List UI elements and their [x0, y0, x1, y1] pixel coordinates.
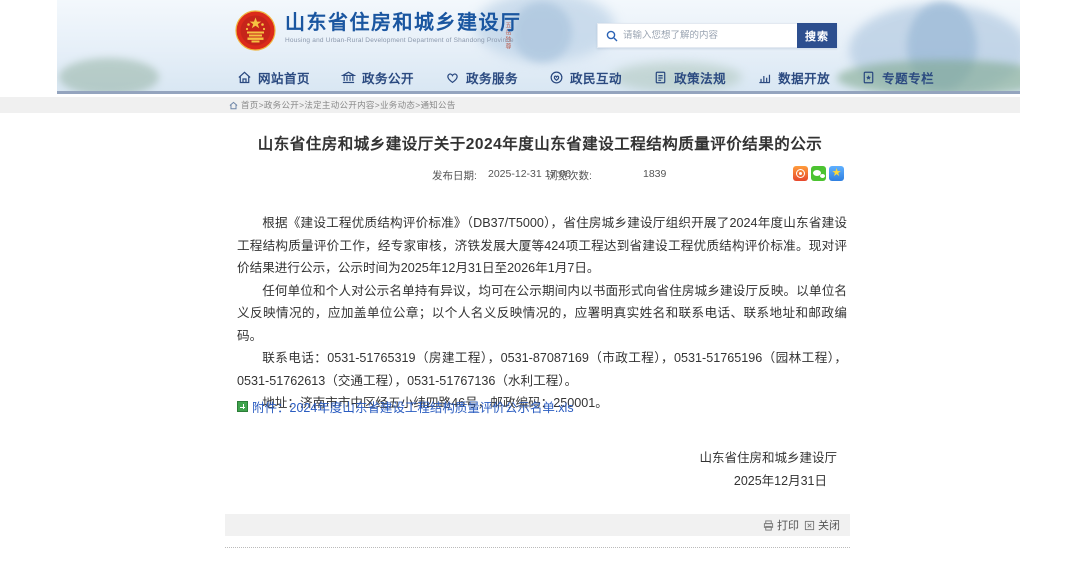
nav-item-home[interactable]: 网站首页	[237, 68, 310, 87]
attachment-link[interactable]: 附件：2024年度山东省建设工程结构质量评价公示名单.xls	[252, 397, 574, 416]
site-logo[interactable]: 山东省住房和城乡建设厅 Housing and Urban-Rural Deve…	[235, 10, 522, 51]
breadcrumb-bar: 首页>政务公开>法定主动公开内容>业务动态>通知公告	[0, 97, 1020, 113]
interaction-icon	[549, 70, 564, 85]
nav-label: 数据开放	[778, 68, 830, 87]
attachment-filename: 2024年度山东省建设工程结构质量评价公示名单.xls	[290, 401, 574, 415]
heart-service-icon	[445, 70, 460, 85]
close-icon	[804, 520, 815, 531]
star-document-icon	[861, 70, 876, 85]
close-button[interactable]: 关闭	[804, 517, 840, 533]
nav-label: 网站首页	[258, 68, 310, 87]
print-button[interactable]: 打印	[763, 517, 799, 533]
search-input-wrap	[597, 23, 797, 48]
watercolor-trees	[59, 58, 159, 94]
home-icon	[237, 70, 252, 85]
nav-label: 政务服务	[466, 68, 518, 87]
views-label: 浏览次数:	[547, 168, 592, 183]
signature-date: 2025年12月31日	[225, 470, 855, 493]
printer-icon	[763, 520, 774, 531]
paragraph: 联系电话：0531-51765319（房建工程），0531-87087169（市…	[237, 347, 847, 392]
site-banner: 五岳独尊 山东省住房和城乡建设厅 Housing and Urban-Rural…	[57, 0, 1020, 94]
search-box: 搜索	[597, 23, 837, 48]
paragraph: 任何单位和个人对公示名单持有异议，均可在公示期间内以书面形式向省住房城乡建设厅反…	[237, 280, 847, 348]
nav-item-policies[interactable]: 政策法规	[653, 68, 726, 87]
weibo-share-icon[interactable]	[793, 166, 808, 181]
paragraph: 根据《建设工程优质结构评价标准》（DB37/T5000），省住房城乡建设厅组织开…	[237, 212, 847, 280]
bottom-divider	[225, 547, 850, 548]
nav-item-gov-services[interactable]: 政务服务	[445, 68, 518, 87]
article-body: 根据《建设工程优质结构评价标准》（DB37/T5000），省住房城乡建设厅组织开…	[237, 212, 847, 415]
search-button[interactable]: 搜索	[797, 23, 837, 48]
publish-date-label: 发布日期:	[432, 168, 477, 183]
search-input[interactable]	[623, 30, 797, 41]
nav-label: 政民互动	[570, 68, 622, 87]
nav-item-open-data[interactable]: 数据开放	[757, 68, 830, 87]
document-icon	[653, 70, 668, 85]
print-label: 打印	[777, 517, 799, 533]
signature-org: 山东省住房和城乡建设厅	[225, 447, 855, 470]
nav-label: 专题专栏	[882, 68, 934, 87]
article-toolbar: 打印 关闭	[225, 514, 850, 536]
wechat-share-icon[interactable]	[811, 166, 826, 181]
favorite-star-icon[interactable]: ★	[829, 166, 844, 181]
national-emblem-icon	[235, 10, 276, 51]
bank-icon	[341, 70, 356, 85]
excel-file-icon	[237, 401, 248, 412]
breadcrumb-home-icon	[229, 101, 238, 110]
main-nav: 网站首页 政务公开 政务服务 政民互动	[237, 68, 934, 87]
close-label: 关闭	[818, 517, 840, 533]
signature-block: 山东省住房和城乡建设厅 2025年12月31日	[225, 447, 855, 493]
attachment-label: 附件：	[252, 401, 290, 415]
share-buttons: ★	[793, 166, 844, 181]
breadcrumb[interactable]: 首页>政务公开>法定主动公开内容>业务动态>通知公告	[241, 99, 456, 111]
nav-item-interaction[interactable]: 政民互动	[549, 68, 622, 87]
search-icon	[606, 30, 618, 42]
site-title: 山东省住房和城乡建设厅	[285, 10, 522, 36]
nav-label: 政务公开	[362, 68, 414, 87]
views-value: 1839	[643, 168, 666, 180]
attachment-row: 附件：2024年度山东省建设工程结构质量评价公示名单.xls	[237, 397, 574, 416]
nav-item-gov-info[interactable]: 政务公开	[341, 68, 414, 87]
page: 五岳独尊 山东省住房和城乡建设厅 Housing and Urban-Rural…	[0, 0, 1080, 569]
chart-icon	[757, 70, 772, 85]
wechat-bubble	[820, 174, 825, 178]
nav-item-special-topics[interactable]: 专题专栏	[861, 68, 934, 87]
article-meta: 发布日期: 2025-12-31 17:06 浏览次数: 1839 ★	[0, 166, 1080, 184]
article-title: 山东省住房和城乡建设厅关于2024年度山东省建设工程结构质量评价结果的公示	[225, 132, 855, 154]
nav-label: 政策法规	[674, 68, 726, 87]
site-title-en: Housing and Urban-Rural Development Depa…	[285, 37, 522, 44]
weibo-eye	[796, 169, 805, 178]
